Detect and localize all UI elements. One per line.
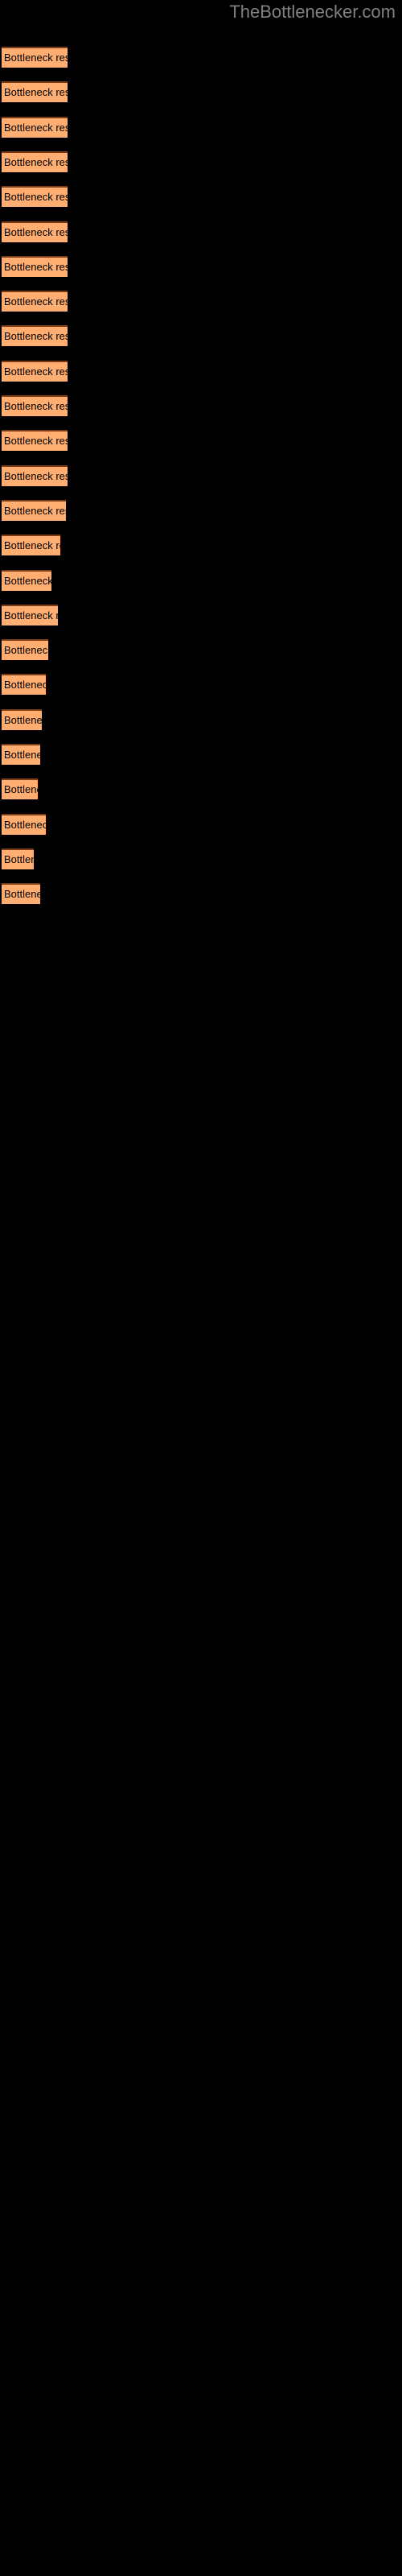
bar-label: Bottleneck result <box>4 852 34 865</box>
bar-label: Bottleneck result <box>4 749 40 761</box>
bar-chart-bar: Bottleneck result <box>2 186 68 208</box>
bar-chart-bar: Bottleneck result <box>2 291 68 312</box>
bar-chart-bar: Bottleneck result <box>2 535 60 556</box>
bar-label: Bottleneck result <box>4 504 66 517</box>
bar-label: Bottleneck result <box>4 888 40 901</box>
bar-chart-bar: Bottleneck result <box>2 221 68 242</box>
bar-label: Bottleneck result <box>4 155 68 168</box>
bar-label: Bottleneck result <box>4 121 68 134</box>
bar-label: Bottleneck result <box>4 365 68 378</box>
bar-chart-bar: Bottleneck result <box>2 639 48 661</box>
bar-chart-bar: Bottleneck result <box>2 744 40 765</box>
bar-label: Bottleneck result <box>4 539 60 552</box>
bar-label: Bottleneck result <box>4 644 48 657</box>
bar-label: Bottleneck result <box>4 609 58 621</box>
bar-label: Bottleneck result <box>4 295 68 308</box>
bar-chart-bar: Bottleneck result <box>2 255 68 277</box>
bar-chart-bar: Bottleneck result <box>2 813 46 835</box>
bar-label: Bottleneck result <box>4 330 68 343</box>
bar-label: Bottleneck result <box>4 400 68 412</box>
bar-label: Bottleneck result <box>4 435 68 448</box>
bar-label: Bottleneck result <box>4 679 46 691</box>
bar-label: Bottleneck result <box>4 191 68 204</box>
bar-label: Bottleneck result <box>4 469 68 482</box>
bottleneck-chart-page: TheBottlenecker.com Bottleneck resultBot… <box>0 0 402 2576</box>
bar-chart-bar: Bottleneck result <box>2 883 40 905</box>
bar-chart-bar: Bottleneck result <box>2 499 66 521</box>
bar-chart-bar: Bottleneck result <box>2 674 46 696</box>
bar-label: Bottleneck result <box>4 225 68 238</box>
bar-chart-bar: Bottleneck result <box>2 151 68 172</box>
bar-chart-bar: Bottleneck result <box>2 569 51 591</box>
bar-chart-bar: Bottleneck result <box>2 778 38 800</box>
bar-label: Bottleneck result <box>4 260 68 273</box>
bar-chart-bar: Bottleneck result <box>2 464 68 486</box>
bar-label: Bottleneck result <box>4 52 68 64</box>
bar-chart-bar: Bottleneck result <box>2 395 68 416</box>
bar-label: Bottleneck result <box>4 818 46 831</box>
bar-chart-bar: Bottleneck result <box>2 47 68 68</box>
bar-chart: Bottleneck result Bottleneck result Bottle… <box>0 0 402 905</box>
bar-label: Bottleneck result <box>4 713 42 726</box>
bar-chart-bar: Bottleneck result <box>2 604 58 625</box>
bar-chart-bar: Bottleneck result <box>2 360 68 382</box>
bar-label: Bottleneck result <box>4 783 38 796</box>
bar-chart-bar: Bottleneck result <box>2 81 68 103</box>
bar-chart-bar: Bottleneck result <box>2 848 34 869</box>
bar-label: Bottleneck result <box>4 574 51 587</box>
bar-chart-bar: Bottleneck result <box>2 116 68 138</box>
bar-chart-bar: Bottleneck result <box>2 325 68 347</box>
bar-chart-bar: Bottleneck result <box>2 708 42 730</box>
bar-chart-bar: Bottleneck result <box>2 430 68 452</box>
bar-label: Bottleneck result <box>4 86 68 99</box>
